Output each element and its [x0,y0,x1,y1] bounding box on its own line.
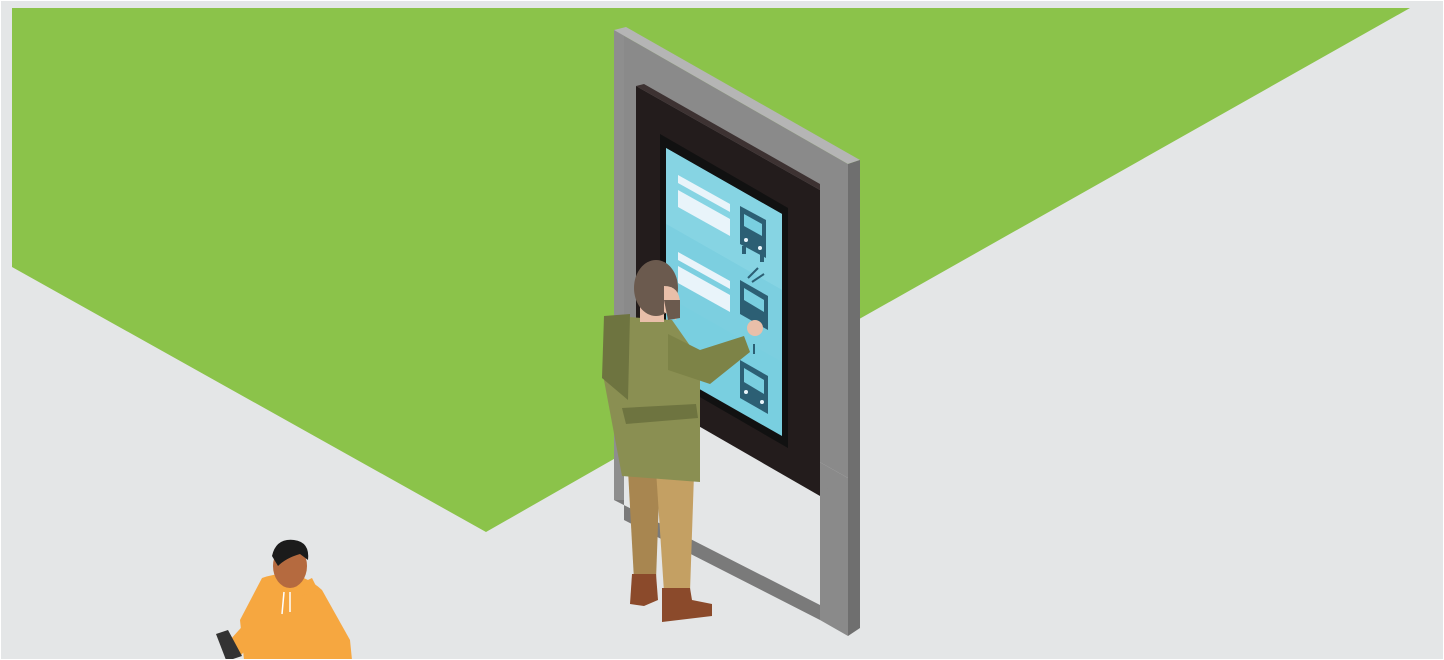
man-hand [747,320,763,336]
man-boot-back [630,574,658,606]
kiosk-frame-side [848,160,860,636]
kiosk-right-leg [820,478,848,636]
scene-illustration [0,0,1444,660]
isometric-scene [0,0,1444,660]
